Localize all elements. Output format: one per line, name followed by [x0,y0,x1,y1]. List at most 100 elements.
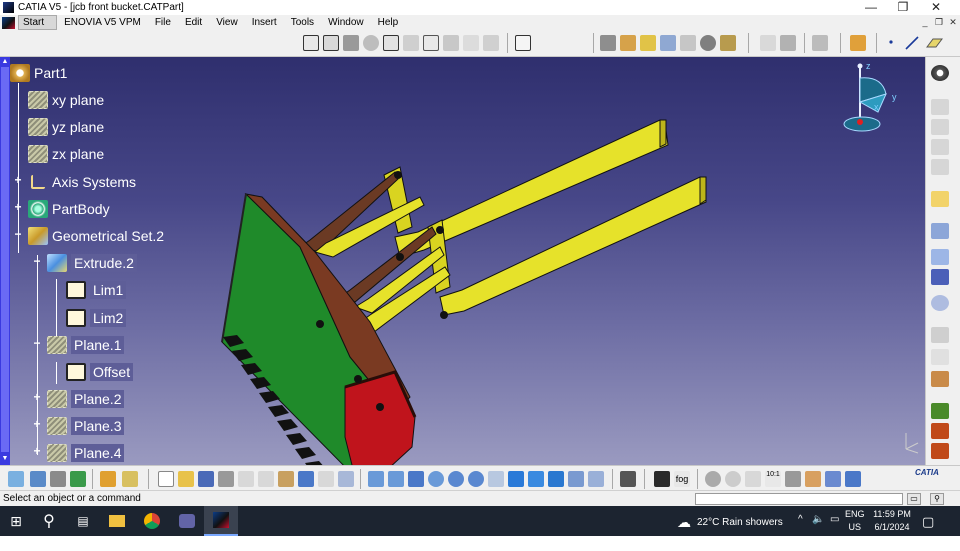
rotate-icon[interactable] [428,471,444,487]
power-input-icon[interactable]: ▭ [907,493,921,505]
pattern-tool-icon[interactable] [720,35,736,51]
print-icon[interactable] [218,471,234,487]
stack-icon[interactable] [825,471,841,487]
extract-tool-icon[interactable] [660,35,676,51]
axis-icon[interactable] [745,471,761,487]
tree-node-extrude-2[interactable]: Extrude.2 [47,252,137,274]
collapse-extrude-icon[interactable]: − [32,255,42,267]
grid-icon[interactable] [931,269,949,285]
language-indicator[interactable]: ENG US [845,508,865,534]
chrome-icon[interactable] [134,506,170,536]
expand-plane4-icon[interactable]: + [32,445,42,457]
extrude-tool-icon[interactable] [303,35,319,51]
catalog-browser-icon[interactable] [620,471,636,487]
redo-icon[interactable] [318,471,334,487]
compass-tool-icon[interactable] [805,471,821,487]
menu-start[interactable]: Start [18,15,58,30]
eraser-icon[interactable] [845,471,861,487]
fog-icon[interactable]: fog [674,471,690,487]
task-view-icon[interactable]: ▤ [66,506,100,536]
network-icon[interactable]: ▭ [830,514,839,525]
tree-node-offset[interactable]: Offset [66,361,134,383]
3d-viewport[interactable]: ▲ ▼ Part1 xy plane yz plane zx plane + A… [0,57,925,465]
volume-icon[interactable]: 🔈 [812,514,824,525]
doc-close-button[interactable]: ✕ [946,15,960,30]
zoom-out-icon[interactable] [468,471,484,487]
multisection-tool-icon[interactable] [443,35,459,51]
apply-material-side-icon[interactable] [931,371,949,387]
multi-view-icon[interactable] [508,471,524,487]
search-binoculars-icon[interactable]: ⚲ [930,493,944,505]
update-icon[interactable] [100,471,116,487]
workbench-icon[interactable] [8,471,24,487]
menu-tools[interactable]: Tools [284,15,321,30]
fit-all-icon[interactable] [388,471,404,487]
windows-start-icon[interactable]: ⊞ [0,506,32,536]
save-icon[interactable] [198,471,214,487]
teams-icon[interactable] [170,506,204,536]
tree-node-axis-systems[interactable]: Axis Systems [28,171,136,193]
surface-icon[interactable] [70,471,86,487]
doc-restore-button[interactable]: ❐ [932,15,946,30]
comment-icon[interactable] [931,349,949,365]
options-gear-icon[interactable] [931,65,949,81]
minimize-button[interactable]: — [855,0,887,15]
hide-show-icon[interactable] [760,35,776,51]
doc-minimize-button[interactable]: _ [918,15,932,30]
fillet-tool-icon[interactable] [680,35,696,51]
expand-partbody-icon[interactable]: + [13,201,23,213]
formula-icon[interactable] [931,443,949,459]
menu-edit[interactable]: Edit [178,15,209,30]
plane-tool-icon[interactable] [925,35,943,51]
translate-tool-icon[interactable] [700,35,716,51]
paste-icon[interactable] [278,471,294,487]
expand-axis-systems-icon[interactable]: + [13,174,23,186]
trim-tool-icon[interactable] [620,35,636,51]
line-tool-icon[interactable] [904,35,920,51]
fly-mode-icon[interactable] [368,471,384,487]
boundary-tool-icon[interactable] [640,35,656,51]
close-button[interactable]: ✕ [920,0,952,15]
scale-icon[interactable]: 10:1 [765,471,781,487]
sweep-tool-icon[interactable] [403,35,419,51]
tree-node-plane-1[interactable]: Plane.1 [47,334,125,356]
tree-node-partbody[interactable]: PartBody [28,198,110,220]
copy-icon[interactable] [258,471,274,487]
iso-view-icon[interactable] [528,471,544,487]
pan-icon[interactable] [408,471,424,487]
tree-node-plane-3[interactable]: Plane.3 [47,415,125,437]
compass-icon[interactable]: z y x [838,60,908,140]
loader-arm-lower[interactable] [427,176,707,316]
menu-file[interactable]: File [148,15,178,30]
collapse-geometrical-set-icon[interactable]: − [13,228,23,240]
tool-dim-2-icon[interactable] [931,119,949,135]
join-tool-icon[interactable] [483,35,499,51]
restore-button[interactable]: ❐ [887,0,919,15]
tree-node-yz-plane[interactable]: yz plane [28,116,104,138]
tree-node-plane-4[interactable]: Plane.4 [47,442,125,464]
walk-icon[interactable] [705,471,721,487]
menu-window[interactable]: Window [321,15,371,30]
sketch-tool-icon[interactable] [515,35,531,51]
look-at-icon[interactable] [725,471,741,487]
sketcher-icon[interactable] [30,471,46,487]
analysis-icon[interactable] [931,249,949,265]
undo-icon[interactable] [298,471,314,487]
table-icon[interactable] [654,471,670,487]
select-pointer-icon[interactable] [931,191,949,207]
sphere-tool-icon[interactable] [343,35,359,51]
catalog-tool-icon[interactable] [812,35,828,51]
clock[interactable]: 11:59 PM 6/1/2024 [868,508,916,534]
command-input[interactable] [695,493,903,505]
expand-plane3-icon[interactable]: + [32,418,42,430]
collapse-plane1-icon[interactable]: − [32,337,42,349]
offset-tool-icon[interactable] [383,35,399,51]
snap-icon[interactable] [931,295,949,311]
tree-node-geometrical-set-2[interactable]: Geometrical Set.2 [28,225,164,247]
tray-chevron-icon[interactable]: ^ [798,514,803,525]
expand-plane2-icon[interactable]: + [32,391,42,403]
zoom-in-icon[interactable] [448,471,464,487]
revolve-tool-icon[interactable] [323,35,339,51]
search-icon[interactable]: ⚲ [32,506,66,536]
law-icon[interactable] [931,403,949,419]
